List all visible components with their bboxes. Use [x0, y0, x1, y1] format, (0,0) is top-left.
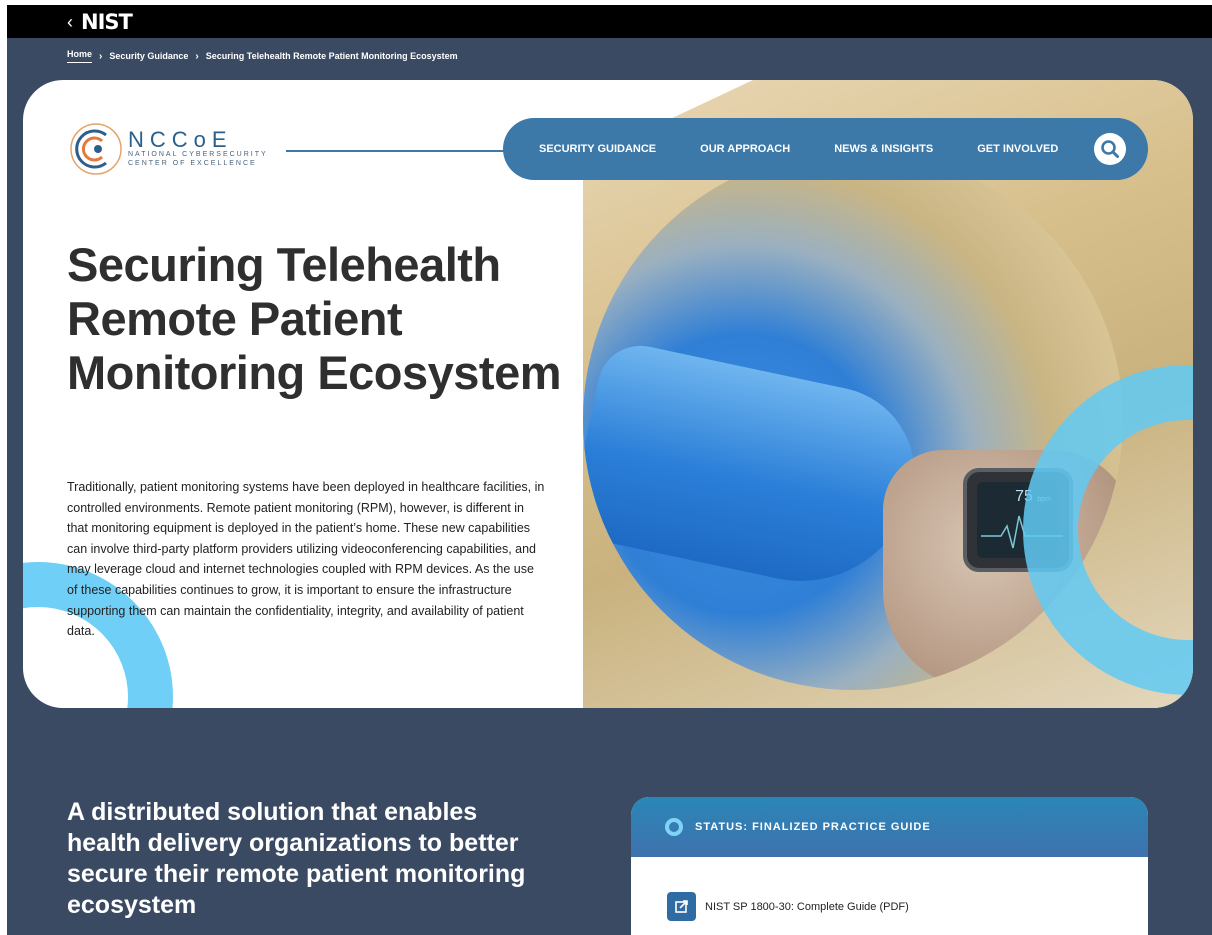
nccoe-logo[interactable]: NCCoE NATIONAL CYBERSECURITY CENTER OF E…	[68, 120, 268, 178]
doc-link-row[interactable]: NIST SP 1800-30: Complete Guide (PDF)	[667, 892, 909, 921]
main-nav: SECURITY GUIDANCE OUR APPROACH NEWS & IN…	[503, 118, 1148, 180]
logo-line1: NATIONAL CYBERSECURITY	[128, 151, 268, 159]
hero-card: 75 bpm NCCoE NATIONAL CYBERSECURITY CENT…	[23, 80, 1193, 708]
nav-our-approach[interactable]: OUR APPROACH	[700, 143, 790, 155]
status-circle-icon	[665, 818, 683, 836]
status-card: STATUS: FINALIZED PRACTICE GUIDE NIST SP…	[631, 797, 1148, 935]
nav-get-involved[interactable]: GET INVOLVED	[977, 143, 1058, 155]
logo-acronym: NCCoE	[128, 127, 233, 153]
hero-description: Traditionally, patient monitoring system…	[67, 480, 545, 639]
breadcrumb-home[interactable]: Home	[67, 49, 93, 63]
logo-line2: CENTER OF EXCELLENCE	[128, 160, 257, 167]
breadcrumb-security-guidance[interactable]: Security Guidance	[109, 51, 188, 61]
breadcrumb-current: Securing Telehealth Remote Patient Monit…	[205, 51, 458, 61]
breadcrumb: Home › Security Guidance › Securing Tele…	[67, 49, 458, 63]
logo-text: NCCoE NATIONAL CYBERSECURITY CENTER OF E…	[128, 129, 268, 169]
nav-news-insights[interactable]: NEWS & INSIGHTS	[834, 143, 933, 155]
page-title: Securing Telehealth Remote Patient Monit…	[67, 238, 562, 399]
nav-security-guidance[interactable]: SECURITY GUIDANCE	[539, 143, 656, 155]
search-button[interactable]	[1094, 133, 1126, 165]
logo-divider-line	[286, 150, 516, 152]
page-frame: ‹ NIST Home › Security Guidance › Securi…	[7, 5, 1212, 935]
section-heading: A distributed solution that enables heal…	[67, 798, 526, 919]
search-icon	[1101, 140, 1119, 158]
hero-photo: 75 bpm	[583, 150, 1123, 690]
nist-logo[interactable]: NIST	[81, 10, 133, 34]
nccoe-logo-icon	[68, 120, 122, 178]
back-chevron-icon[interactable]: ‹	[67, 13, 73, 31]
doc-link[interactable]: NIST SP 1800-30: Complete Guide (PDF)	[705, 901, 909, 913]
chevron-right-icon: ›	[195, 50, 199, 62]
external-link-icon	[667, 892, 696, 921]
chevron-right-icon: ›	[99, 50, 103, 62]
status-header: STATUS: FINALIZED PRACTICE GUIDE	[631, 797, 1148, 857]
status-label: STATUS: FINALIZED PRACTICE GUIDE	[695, 821, 931, 833]
nist-header-bar: ‹ NIST	[7, 5, 1212, 38]
photo-sleeve	[583, 337, 931, 603]
